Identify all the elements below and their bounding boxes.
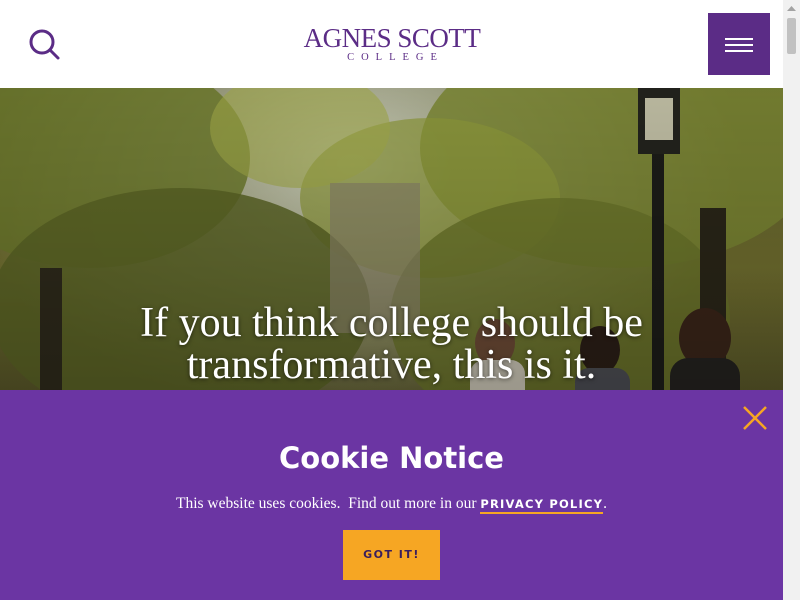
search-icon <box>29 29 60 60</box>
menu-button[interactable] <box>708 13 770 75</box>
search-button[interactable] <box>26 26 62 62</box>
scroll-up-arrow-icon[interactable] <box>783 0 800 17</box>
cookie-notice-title: Cookie Notice <box>279 441 504 475</box>
close-icon <box>743 406 767 430</box>
scrollbar-thumb[interactable] <box>787 18 796 54</box>
hamburger-menu-icon <box>725 38 753 40</box>
cookie-notice-period: . <box>603 495 607 512</box>
hamburger-bar <box>725 50 753 52</box>
logo-wordmark: AGNES SCOTT <box>303 23 481 53</box>
site-logo[interactable]: AGNES SCOTT COLLEGE <box>290 24 494 66</box>
got-it-button[interactable]: GOT IT! <box>343 530 440 580</box>
page-scrollbar[interactable] <box>783 0 800 600</box>
cookie-notice-text: This website uses cookies. Find out more… <box>0 494 783 514</box>
hero-headline: If you think college should be transform… <box>140 300 643 388</box>
logo-subtitle: COLLEGE <box>347 52 444 63</box>
privacy-policy-link[interactable]: PRIVACY POLICY <box>480 497 604 514</box>
hamburger-bar <box>725 44 753 46</box>
cookie-notice-message: This website uses cookies. Find out more… <box>176 495 481 512</box>
cookie-close-button[interactable] <box>740 403 770 433</box>
site-header: AGNES SCOTT COLLEGE <box>0 0 783 88</box>
